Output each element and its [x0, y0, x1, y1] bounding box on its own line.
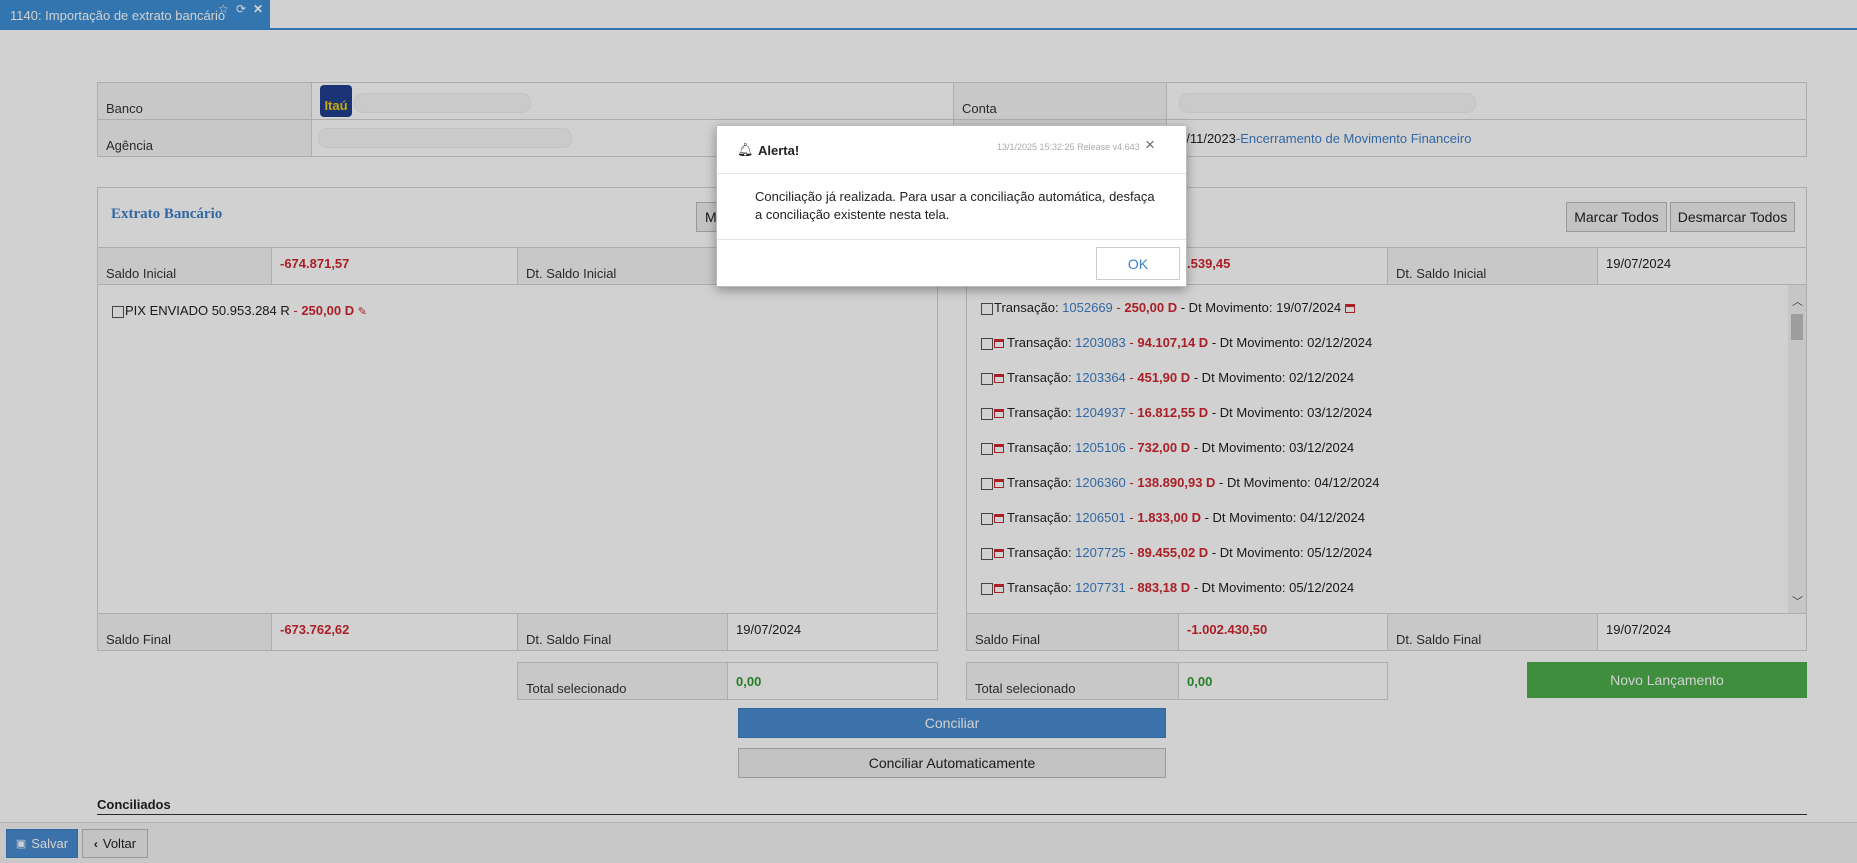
modal-close-icon[interactable]: ×	[1145, 135, 1155, 155]
alert-modal: 🔔︎ Alerta! 13/1/2025 15:32:25 Release v4…	[716, 125, 1187, 287]
modal-timestamp: 13/1/2025 15:32:25 Release v4.643	[997, 142, 1140, 152]
modal-message: Conciliação já realizada. Para usar a co…	[755, 189, 1155, 222]
modal-ok-button[interactable]: OK	[1096, 247, 1180, 280]
modal-title: Alerta!	[758, 143, 800, 158]
modal-overlay[interactable]: 🔔︎ Alerta! 13/1/2025 15:32:25 Release v4…	[0, 0, 1857, 863]
bell-icon: 🔔︎	[737, 142, 754, 157]
modal-header: 🔔︎ Alerta! 13/1/2025 15:32:25 Release v4…	[717, 126, 1186, 174]
modal-footer: OK	[717, 239, 1186, 287]
